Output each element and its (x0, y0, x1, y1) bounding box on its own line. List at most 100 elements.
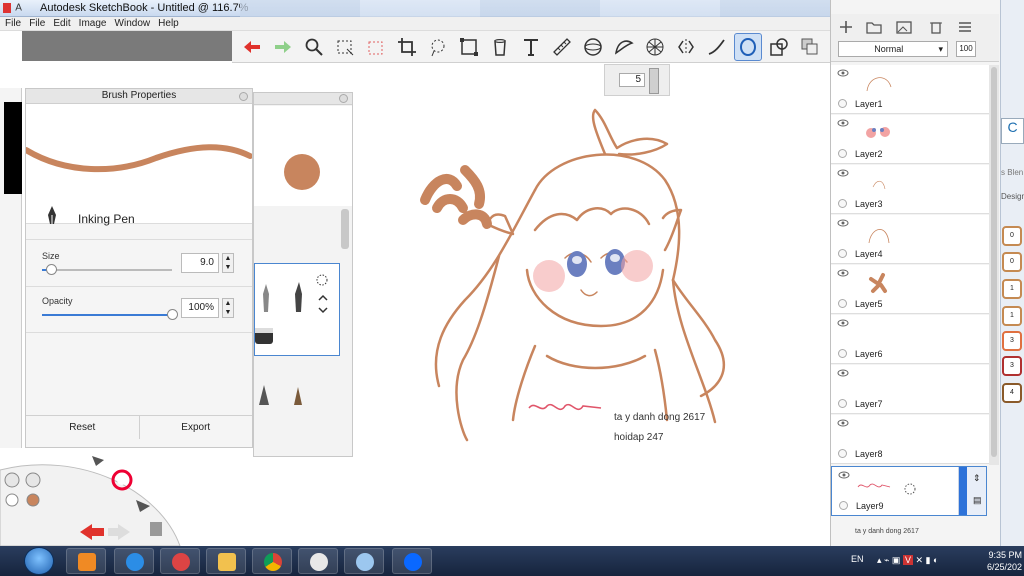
menu-edit[interactable]: Edit (53, 17, 70, 30)
opacity-slider-knob[interactable] (167, 309, 178, 320)
black-swatch[interactable] (4, 102, 22, 194)
clock[interactable]: 9:35 PM 6/25/202 (986, 549, 1022, 573)
opacity-spinner[interactable]: ▲ ▼ (222, 298, 234, 318)
symmetry-button[interactable] (672, 33, 700, 61)
circle-tool-button[interactable] (734, 32, 762, 61)
system-tray[interactable]: ▴ ⌁ ▣ V ✕ ▮ ◐ (877, 555, 938, 566)
edge-swatch-6[interactable]: 3 (1002, 356, 1022, 376)
layer-select-radio[interactable] (838, 199, 847, 208)
layer-copy-icon[interactable] (150, 522, 162, 536)
eye-icon[interactable] (837, 219, 849, 227)
layer-select-radio[interactable] (838, 449, 847, 458)
taskbar-internet-explorer[interactable] (114, 548, 154, 574)
edge-swatch-5[interactable]: 3 (1002, 331, 1022, 351)
eye-icon[interactable] (837, 69, 849, 77)
perspective-button[interactable] (641, 33, 669, 61)
layer-row-5[interactable]: Layer5 (831, 265, 989, 314)
menu-image[interactable]: Image (79, 17, 107, 30)
canvas-drawing[interactable] (405, 100, 785, 470)
brush-size-puck[interactable]: 5 (604, 64, 670, 96)
layer-select-radio[interactable] (838, 299, 847, 308)
opacity-value-field[interactable]: 100% (181, 298, 219, 318)
close-icon[interactable] (239, 92, 248, 101)
eye-icon[interactable] (837, 119, 849, 127)
text-button[interactable] (517, 33, 545, 61)
taskbar-media-player[interactable] (66, 548, 106, 574)
size-value-field[interactable]: 9.0 (181, 253, 219, 273)
white-color-puck[interactable] (5, 493, 19, 507)
bucket-button[interactable] (486, 33, 514, 61)
size-spinner[interactable]: ▲ ▼ (222, 253, 234, 273)
layer-row-4[interactable]: Layer4 (831, 215, 989, 264)
close-icon[interactable] (339, 94, 348, 103)
layer-row-9[interactable]: ⇕ ▤ Layer9 (831, 466, 987, 516)
brush-library-scrollbar[interactable] (341, 209, 349, 249)
undo-button[interactable] (238, 33, 266, 61)
lasso-button[interactable] (424, 33, 452, 61)
size-slider-knob[interactable] (46, 264, 58, 275)
menu-window[interactable]: Window (115, 17, 151, 30)
ruler-button[interactable] (548, 33, 576, 61)
eye-icon[interactable] (837, 269, 849, 277)
language-indicator[interactable]: EN (851, 554, 864, 564)
rect-select-button[interactable] (331, 33, 359, 61)
menu-file[interactable]: File (5, 17, 21, 30)
layer-select-radio[interactable] (838, 99, 847, 108)
eye-icon[interactable] (838, 471, 850, 479)
folder-icon[interactable] (865, 19, 883, 35)
menu-file-2[interactable]: File (29, 17, 45, 30)
eye-icon[interactable] (837, 319, 849, 327)
taskbar-file-explorer[interactable] (206, 548, 246, 574)
eye-icon[interactable] (837, 369, 849, 377)
layers-scrollbar[interactable] (989, 65, 999, 465)
brush-puck-icon[interactable] (25, 472, 41, 488)
start-button[interactable] (24, 547, 54, 575)
redo-button[interactable] (269, 33, 297, 61)
layer-select-radio[interactable] (838, 399, 847, 408)
add-layer-icon[interactable] (837, 19, 855, 35)
trash-icon[interactable] (927, 19, 945, 35)
layer-select-radio[interactable] (838, 249, 847, 258)
crop-button[interactable] (393, 33, 421, 61)
shapes-button[interactable] (765, 33, 793, 61)
menu-icon[interactable] (956, 19, 974, 35)
image-layer-icon[interactable] (895, 19, 913, 35)
taskbar-sketchbook[interactable] (298, 548, 338, 574)
layer-row-6[interactable]: Layer6 (831, 315, 989, 364)
layer-select-radio[interactable] (838, 149, 847, 158)
brush-size-bar[interactable] (649, 68, 659, 94)
eye-icon[interactable] (837, 419, 849, 427)
layer-select-radio[interactable] (839, 501, 848, 510)
pen-puck-icon[interactable] (4, 472, 20, 488)
reorder-handle-icon[interactable]: ⇕ (973, 473, 981, 484)
edge-swatch-1[interactable]: 0 (1002, 226, 1022, 246)
edge-swatch-7[interactable]: 4 (1002, 383, 1022, 403)
layer-row-2[interactable]: Layer2 (831, 115, 989, 164)
eye-icon[interactable] (837, 169, 849, 177)
opacity-slider[interactable] (42, 314, 172, 316)
taskbar-snipping-tool[interactable] (160, 548, 200, 574)
select-dashed-button[interactable] (362, 33, 390, 61)
layer-opacity-field[interactable]: 100 (956, 41, 976, 57)
antivirus-icon[interactable]: V (902, 555, 913, 565)
taskbar-zalo[interactable] (392, 548, 432, 574)
brush-color-puck[interactable] (26, 493, 40, 507)
layer-select-radio[interactable] (838, 349, 847, 358)
taskbar-chrome[interactable] (252, 548, 292, 574)
layer-row-3[interactable]: Layer3 (831, 165, 989, 214)
edge-swatch-3[interactable]: 1 (1002, 279, 1022, 299)
selected-brush-set[interactable] (254, 263, 340, 356)
edge-swatch-2[interactable]: 0 (1002, 252, 1022, 272)
taskbar-paint[interactable] (344, 548, 384, 574)
menu-help[interactable]: Help (158, 17, 179, 30)
blend-mode-select[interactable]: Normal ▾ (838, 41, 948, 57)
copy-layers-button[interactable] (796, 33, 824, 61)
size-slider[interactable] (42, 269, 172, 271)
stroke-button[interactable] (703, 33, 731, 61)
layer-row-7[interactable]: Layer7 (831, 365, 989, 414)
french-curve-button[interactable] (610, 33, 638, 61)
layer-options-icon[interactable]: ▤ (973, 495, 982, 506)
zoom-button[interactable] (300, 33, 328, 61)
layer-row-1[interactable]: Layer1 (831, 65, 989, 114)
reset-button[interactable]: Reset (26, 416, 139, 439)
